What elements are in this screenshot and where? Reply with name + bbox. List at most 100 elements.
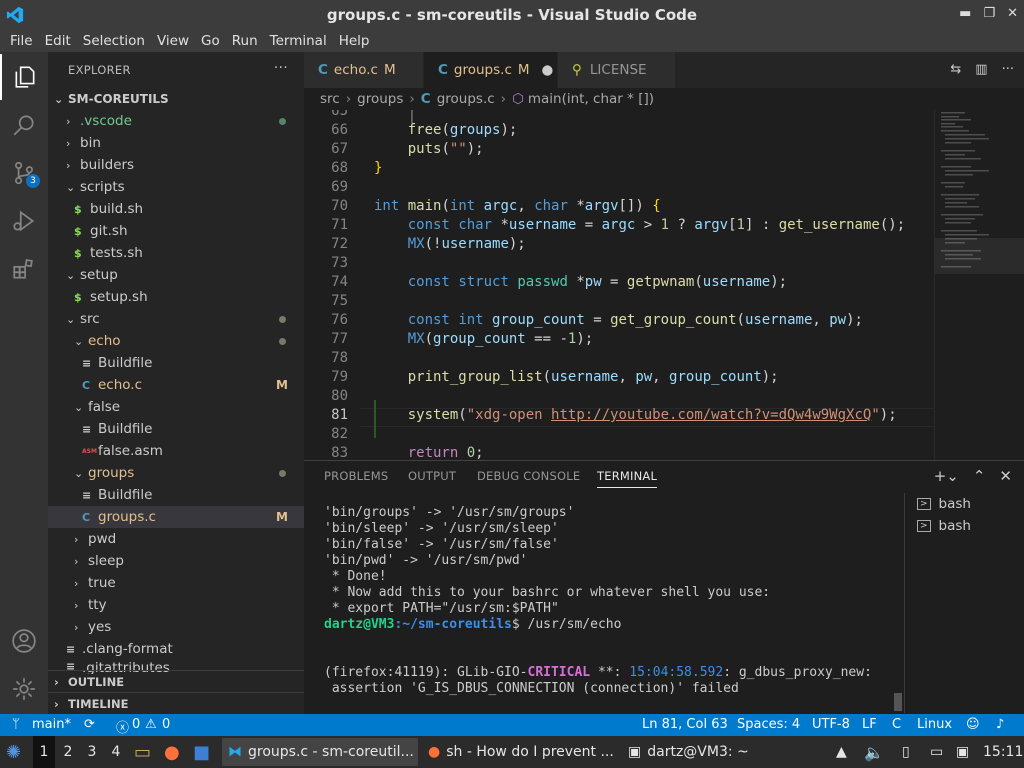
app-window-icon[interactable]: ■ — [193, 736, 210, 768]
platform[interactable]: Linux — [917, 717, 952, 732]
more-actions-icon[interactable]: ··· — [274, 60, 288, 76]
network-icon[interactable]: ▣ — [956, 736, 969, 768]
file-groups-c[interactable]: Cgroups.c M — [48, 506, 304, 528]
menu-go[interactable]: Go — [195, 33, 226, 49]
tab-output[interactable]: OUTPUT — [408, 469, 456, 483]
folder-yes[interactable]: › yes — [48, 616, 304, 638]
cursor-position[interactable]: Ln 81, Col 63 — [642, 717, 728, 732]
file-echo-buildfile[interactable]: ≡ Buildfile — [48, 352, 304, 374]
file-false-asm[interactable]: ASM false.asm — [48, 440, 304, 462]
new-terminal-icon[interactable]: +⌄ — [934, 467, 959, 485]
code-line: int main(int argc, char *argv[]) { — [374, 198, 661, 214]
file-groups-buildfile[interactable]: ≡ Buildfile — [48, 484, 304, 506]
notifications-bell-icon[interactable]: ♪ — [996, 717, 1004, 732]
folder-pwd[interactable]: › pwd — [48, 528, 304, 550]
clipboard-icon[interactable]: ▯ — [902, 736, 910, 768]
folder-builders[interactable]: › builders — [48, 154, 304, 176]
monitor-icon[interactable]: ▭ — [930, 736, 943, 768]
tab-license[interactable]: ⚲ LICENSE — [558, 52, 676, 88]
run-debug-icon[interactable] — [0, 198, 48, 244]
task-vscode[interactable]: ⧓ groups.c - sm-coreutil... — [222, 738, 418, 766]
menu-selection[interactable]: Selection — [77, 33, 151, 49]
timeline-section[interactable]: › TIMELINE — [48, 692, 304, 714]
split-editor-icon[interactable]: ▥ — [975, 62, 987, 77]
minimap[interactable] — [934, 110, 1024, 460]
tab-problems[interactable]: PROBLEMS — [324, 469, 388, 483]
task-firefox[interactable]: ● sh - How do I prevent ... — [422, 738, 618, 766]
file-manager-icon[interactable]: ▭ — [134, 736, 151, 768]
accounts-icon[interactable] — [0, 618, 48, 664]
workspace-3[interactable]: 3 — [81, 736, 103, 768]
folder-bin[interactable]: › bin — [48, 132, 304, 154]
close-icon[interactable]: ✕ — [1007, 6, 1018, 21]
menu-help[interactable]: Help — [333, 33, 376, 49]
menu-run[interactable]: Run — [226, 33, 264, 49]
folder-tty[interactable]: › tty — [48, 594, 304, 616]
tab-close-icon[interactable]: ● — [542, 62, 554, 78]
outline-section[interactable]: › OUTLINE — [48, 670, 304, 692]
breadcrumb-symbol[interactable]: main(int, char * []) — [528, 91, 654, 107]
explorer-icon[interactable] — [0, 54, 48, 100]
menu-terminal[interactable]: Terminal — [264, 33, 333, 49]
start-menu-icon[interactable]: ✺ — [6, 736, 21, 768]
workspace-1[interactable]: 1 — [33, 736, 55, 768]
file-clang-format[interactable]: ≡ .clang-format — [48, 638, 304, 660]
sync-icon[interactable]: ⟳ — [84, 717, 95, 732]
volume-icon[interactable]: 🔈 — [864, 736, 884, 768]
feedback-icon[interactable]: ☺ — [966, 717, 980, 732]
folder-scripts[interactable]: ⌄ scripts — [48, 176, 304, 198]
more-actions-icon[interactable]: ··· — [1002, 62, 1014, 77]
folder-true[interactable]: › true — [48, 572, 304, 594]
folder-groups[interactable]: ⌄ groups — [48, 462, 304, 484]
workspace-root[interactable]: ⌄ SM-COREUTILS — [48, 88, 304, 110]
menu-view[interactable]: View — [151, 33, 195, 49]
file-tests-sh[interactable]: $ tests.sh — [48, 242, 304, 264]
folder-src[interactable]: ⌄ src — [48, 308, 304, 330]
menu-file[interactable]: File — [4, 33, 39, 49]
file-false-buildfile[interactable]: ≡ Buildfile — [48, 418, 304, 440]
close-panel-icon[interactable]: ✕ — [999, 467, 1012, 485]
language-mode[interactable]: C — [892, 717, 901, 732]
encoding[interactable]: UTF-8 — [812, 717, 850, 732]
indentation[interactable]: Spaces: 4 — [737, 717, 800, 732]
search-icon[interactable] — [0, 102, 48, 148]
terminal-instance[interactable]: > bash — [905, 493, 1024, 515]
open-changes-icon[interactable]: ⇆ — [950, 62, 961, 77]
workspace-2[interactable]: 2 — [57, 736, 79, 768]
file-git-sh[interactable]: $ git.sh — [48, 220, 304, 242]
firefox-icon[interactable]: ● — [164, 736, 180, 768]
workspace-4[interactable]: 4 — [105, 736, 127, 768]
task-terminal[interactable]: ▣ dartz@VM3: ~ — [622, 738, 772, 766]
source-control-icon[interactable]: 3 — [0, 150, 48, 196]
folder-sleep[interactable]: › sleep — [48, 550, 304, 572]
restore-icon[interactable]: ❐ — [983, 6, 995, 21]
breadcrumb-file[interactable]: groups.c — [437, 91, 495, 107]
terminal-scrollbar[interactable] — [894, 693, 902, 711]
minimize-icon[interactable]: ▬ — [959, 6, 971, 21]
breadcrumb-groups[interactable]: groups — [357, 91, 403, 107]
line-ending[interactable]: LF — [862, 717, 877, 732]
folder-echo[interactable]: ⌄ echo — [48, 330, 304, 352]
extensions-icon[interactable] — [0, 246, 48, 292]
folder-false[interactable]: ⌄ false — [48, 396, 304, 418]
terminal-output[interactable]: 'bin/groups' -> '/usr/sm/groups' 'bin/sl… — [324, 505, 904, 697]
code-editor[interactable]: 65 66 67 68 69 70 71 72 73 74 75 76 77 78 79 80 81 82 83 |… — [304, 110, 934, 460]
file-build-sh[interactable]: $ build.sh — [48, 198, 304, 220]
tray-scroll-icon[interactable]: ▲ — [836, 736, 847, 768]
file-setup-sh[interactable]: $ setup.sh — [48, 286, 304, 308]
breadcrumb-src[interactable]: src — [320, 91, 340, 107]
warning-count[interactable]: 0 — [162, 717, 170, 732]
file-echo-c[interactable]: Cecho.c M — [48, 374, 304, 396]
maximize-panel-icon[interactable]: ⌃ — [973, 467, 986, 485]
manage-gear-icon[interactable] — [0, 666, 48, 712]
menu-edit[interactable]: Edit — [39, 33, 77, 49]
folder-vscode[interactable]: › .vscode — [48, 110, 304, 132]
tab-debug-console[interactable]: DEBUG CONSOLE — [477, 469, 580, 483]
tab-echo-c[interactable]: Cecho.c M — [304, 52, 424, 88]
tab-terminal[interactable]: TERMINAL — [597, 469, 658, 488]
git-branch[interactable]: main* — [32, 717, 71, 732]
terminal-instance[interactable]: > bash — [905, 515, 1024, 537]
error-count[interactable]: 0 — [132, 717, 140, 732]
folder-setup[interactable]: ⌄ setup — [48, 264, 304, 286]
tab-groups-c[interactable]: Cgroups.c M ● — [424, 52, 558, 88]
